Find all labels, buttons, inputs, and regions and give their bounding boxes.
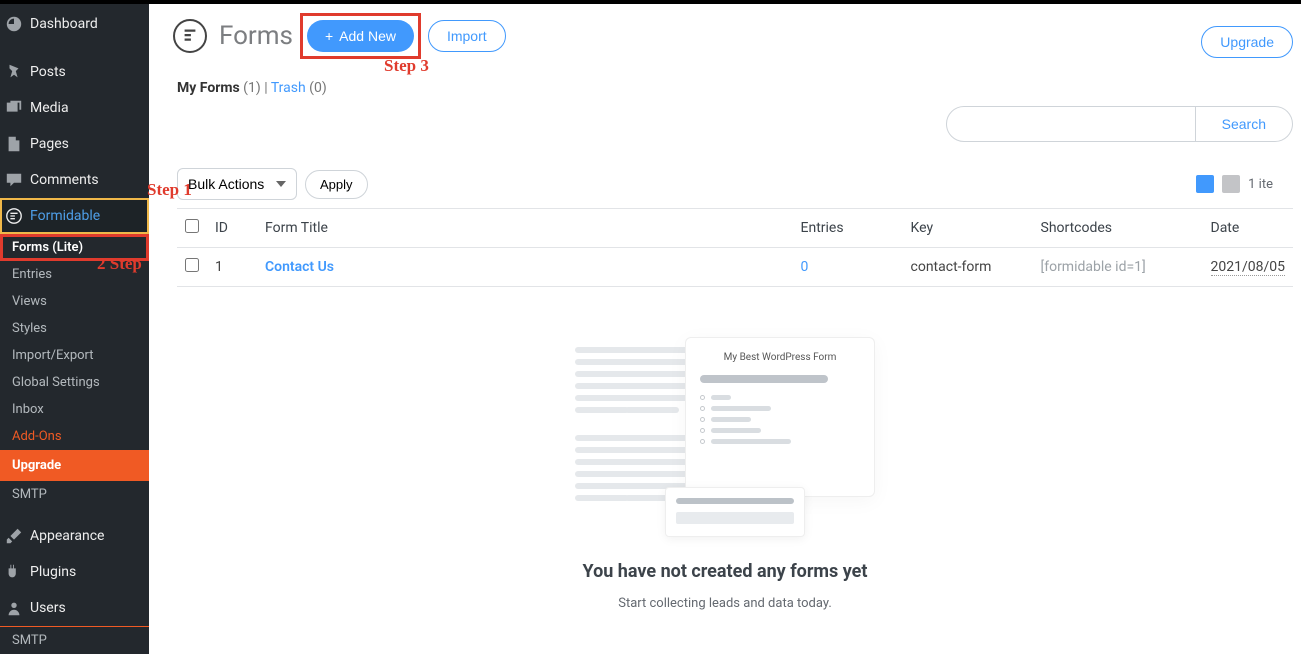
empty-illustration: My Best WordPress Form bbox=[575, 337, 875, 537]
sidebar-sub-global-settings[interactable]: Global Settings bbox=[0, 369, 149, 396]
plugins-icon bbox=[4, 562, 24, 582]
entries-link[interactable]: 0 bbox=[801, 259, 809, 275]
sidebar-item-formidable[interactable]: Formidable bbox=[0, 198, 149, 234]
apply-button[interactable]: Apply bbox=[305, 170, 368, 199]
item-count: 1 ite bbox=[1248, 177, 1273, 192]
empty-heading: You have not created any forms yet bbox=[149, 561, 1301, 582]
sidebar-item-users[interactable]: Users bbox=[0, 590, 149, 626]
page-header: Forms + Add New Import Upgrade bbox=[149, 4, 1301, 64]
sidebar-sub-smtp2[interactable]: SMTP bbox=[0, 627, 149, 654]
media-icon bbox=[4, 98, 24, 118]
sidebar-item-dashboard[interactable]: Dashboard bbox=[0, 4, 149, 44]
sidebar-sub-inbox[interactable]: Inbox bbox=[0, 396, 149, 423]
views-filter: My Forms (1) | Trash (0) bbox=[149, 64, 1301, 106]
search-button[interactable]: Search bbox=[1196, 106, 1293, 142]
cell-shortcode: [formidable id=1] bbox=[1033, 248, 1203, 287]
sidebar-sub-addons[interactable]: Add-Ons bbox=[0, 423, 149, 450]
sidebar-item-label: Appearance bbox=[30, 528, 104, 544]
upgrade-button[interactable]: Upgrade bbox=[1201, 26, 1293, 58]
dashboard-icon bbox=[4, 14, 24, 34]
sidebar-sub-import-export[interactable]: Import/Export bbox=[0, 342, 149, 369]
sidebar-sub-smtp[interactable]: SMTP bbox=[0, 481, 149, 508]
col-key[interactable]: Key bbox=[903, 209, 1033, 248]
sidebar-item-pages[interactable]: Pages bbox=[0, 126, 149, 162]
cell-date: 2021/08/05 bbox=[1211, 259, 1286, 276]
col-title[interactable]: Form Title bbox=[257, 209, 793, 248]
sidebar-item-appearance[interactable]: Appearance bbox=[0, 518, 149, 554]
filter-my-forms[interactable]: My Forms (1) bbox=[177, 80, 261, 96]
sidebar-item-posts[interactable]: Posts bbox=[0, 54, 149, 90]
empty-subtext: Start collecting leads and data today. bbox=[149, 596, 1301, 611]
pin-icon bbox=[4, 62, 24, 82]
sidebar-item-comments[interactable]: Comments bbox=[0, 162, 149, 198]
search-input[interactable] bbox=[946, 106, 1196, 142]
brush-icon bbox=[4, 526, 24, 546]
annotation-step2: 2 Step bbox=[97, 254, 142, 274]
empty-state: My Best WordPress Form You have not crea… bbox=[149, 287, 1301, 611]
sidebar-item-label: Posts bbox=[30, 64, 66, 80]
cell-id: 1 bbox=[207, 248, 257, 287]
annotation-step3: Step 3 bbox=[384, 56, 429, 76]
forms-table: ID Form Title Entries Key Shortcodes Dat… bbox=[177, 208, 1293, 287]
import-button[interactable]: Import bbox=[428, 20, 506, 52]
bulk-actions-select[interactable]: Bulk Actions bbox=[177, 168, 297, 200]
illus-card-title: My Best WordPress Form bbox=[700, 352, 860, 363]
view-list-icon[interactable] bbox=[1196, 175, 1214, 193]
annotation-step1: Step 1 bbox=[147, 180, 192, 200]
view-grid-icon[interactable] bbox=[1222, 175, 1240, 193]
main-content: Forms + Add New Import Upgrade Step 3 My… bbox=[149, 4, 1301, 654]
sidebar-sub-styles[interactable]: Styles bbox=[0, 315, 149, 342]
form-title-link[interactable]: Contact Us bbox=[265, 259, 334, 275]
cell-key: contact-form bbox=[903, 248, 1033, 287]
page-title: Forms bbox=[219, 21, 293, 51]
filter-trash[interactable]: Trash bbox=[271, 80, 306, 96]
sidebar-item-plugins[interactable]: Plugins bbox=[0, 554, 149, 590]
col-date[interactable]: Date bbox=[1203, 209, 1294, 248]
sidebar-item-label: Formidable bbox=[30, 208, 100, 224]
plus-icon: + bbox=[325, 28, 333, 44]
page-icon bbox=[4, 134, 24, 154]
sidebar-item-label: Dashboard bbox=[30, 16, 98, 32]
users-icon bbox=[4, 598, 24, 618]
sidebar-item-label: Comments bbox=[30, 172, 99, 188]
col-shortcodes[interactable]: Shortcodes bbox=[1033, 209, 1203, 248]
admin-sidebar: Dashboard Posts Media Pages Comments For… bbox=[0, 4, 149, 654]
select-all-checkbox[interactable] bbox=[185, 219, 199, 233]
col-id[interactable]: ID bbox=[207, 209, 257, 248]
comment-icon bbox=[4, 170, 24, 190]
sidebar-item-label: Pages bbox=[30, 136, 69, 152]
row-checkbox[interactable] bbox=[185, 258, 199, 272]
col-entries[interactable]: Entries bbox=[793, 209, 903, 248]
add-new-button[interactable]: + Add New bbox=[307, 20, 414, 52]
sidebar-sub-views[interactable]: Views bbox=[0, 288, 149, 315]
sidebar-item-media[interactable]: Media bbox=[0, 90, 149, 126]
sidebar-item-label: Users bbox=[30, 600, 66, 616]
formidable-icon bbox=[4, 206, 24, 226]
sidebar-item-label: Media bbox=[30, 100, 69, 116]
table-row: 1 Contact Us 0 contact-form [formidable … bbox=[177, 248, 1293, 287]
formidable-logo-icon bbox=[173, 19, 207, 53]
sidebar-item-label: Plugins bbox=[30, 564, 76, 580]
sidebar-sub-upgrade[interactable]: Upgrade bbox=[0, 450, 149, 481]
